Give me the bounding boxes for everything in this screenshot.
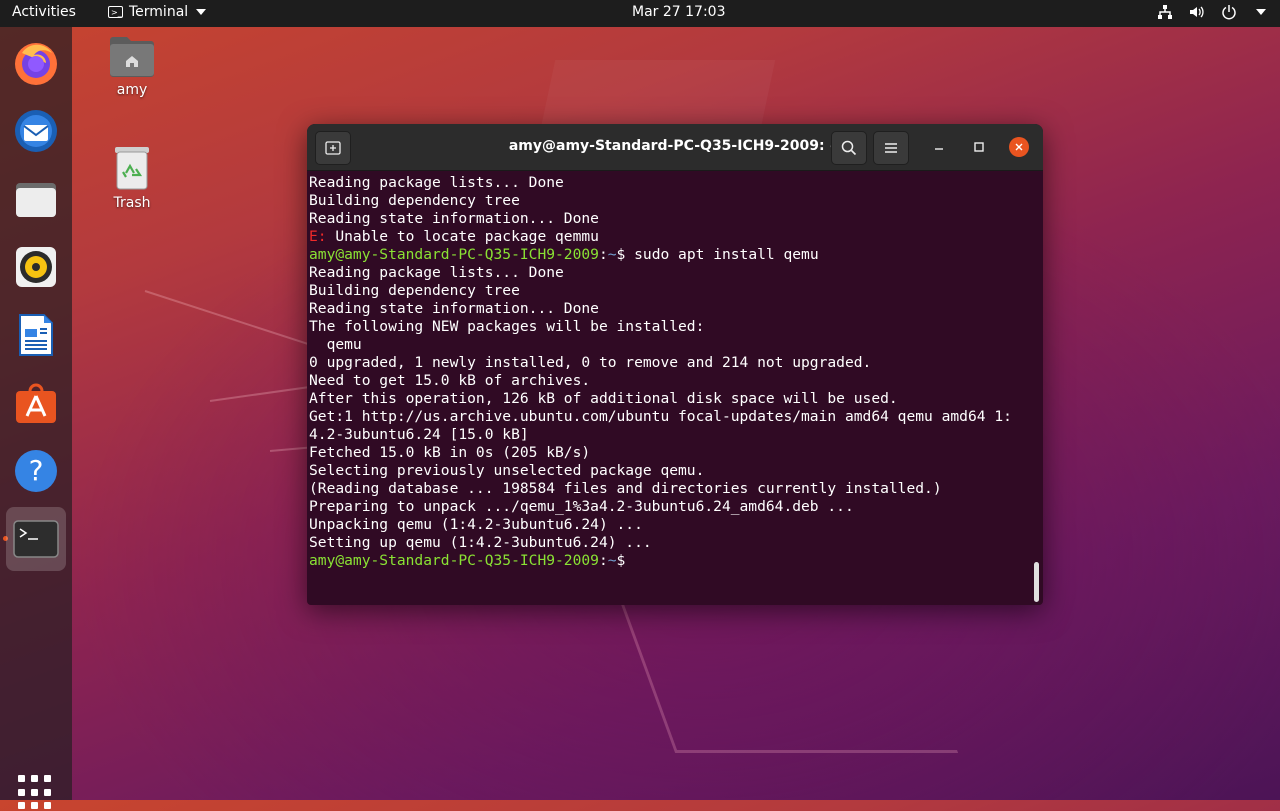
help-icon: ? [15, 450, 57, 492]
terminal-scrollbar[interactable] [1034, 562, 1039, 602]
prompt-path: ~ [607, 552, 617, 569]
terminal-line: (Reading database ... 198584 files and d… [309, 480, 942, 497]
maximize-button[interactable] [963, 131, 995, 163]
close-button[interactable] [1009, 137, 1029, 157]
chevron-down-icon [196, 9, 207, 15]
clock[interactable]: Mar 27 17:03 [632, 4, 725, 20]
activities-button[interactable]: Activities [12, 4, 76, 20]
terminal-line: Selecting previously unselected package … [309, 462, 705, 479]
minimize-button[interactable] [923, 131, 955, 163]
terminal-line: Building dependency tree [309, 282, 520, 299]
svg-text:?: ? [29, 454, 44, 487]
home-folder-icon [110, 37, 154, 77]
dock-item-thunderbird[interactable] [8, 103, 64, 159]
prompt-user-host: amy@amy-Standard-PC-Q35-ICH9-2009 [309, 246, 599, 263]
system-tray[interactable] [1156, 3, 1270, 21]
command-text: $ sudo apt install qemu [616, 246, 819, 263]
app-menu-button[interactable]: >_ Terminal [108, 4, 207, 20]
terminal-line: The following NEW packages will be insta… [309, 318, 705, 335]
prompt-colon: : [598, 246, 608, 263]
terminal-window[interactable]: amy@amy-Standard-PC-Q35-ICH9-2009: ~ Rea… [307, 124, 1043, 605]
terminal-line: qemu [309, 336, 362, 353]
terminal-line: Setting up qemu (1:4.2-3ubuntu6.24) ... [309, 534, 652, 551]
dock-item-ubuntu-software[interactable] [8, 375, 64, 431]
rhythmbox-icon [16, 247, 56, 287]
prompt-colon: : [598, 552, 608, 569]
terminal-line: 0 upgraded, 1 newly installed, 0 to remo… [309, 354, 872, 371]
firefox-icon [15, 43, 57, 85]
app-menu-label: Terminal [129, 4, 189, 20]
dock-item-help[interactable]: ? [8, 443, 64, 499]
search-icon [841, 140, 857, 156]
volume-icon[interactable] [1188, 3, 1206, 21]
dock-item-terminal[interactable] [6, 507, 66, 571]
thunderbird-icon [15, 110, 57, 152]
terminal-line: amy@amy-Standard-PC-Q35-ICH9-2009:~$ sud… [309, 246, 1033, 264]
dock-item-libreoffice-writer[interactable] [8, 307, 64, 363]
terminal-line: E: Unable to locate package qemmu [309, 228, 1033, 246]
menu-button[interactable] [873, 131, 909, 165]
minimize-icon [935, 148, 943, 150]
software-store-icon [16, 383, 56, 423]
prompt-user-host: amy@amy-Standard-PC-Q35-ICH9-2009 [309, 552, 599, 569]
dock-item-files[interactable] [8, 171, 64, 227]
terminal-icon: >_ [108, 6, 123, 18]
chevron-down-icon[interactable] [1252, 3, 1270, 21]
desktop-trash-label: Trash [113, 195, 151, 211]
show-applications-button[interactable] [18, 775, 54, 811]
search-button[interactable] [831, 131, 867, 165]
terminal-icon [13, 520, 59, 558]
network-icon[interactable] [1156, 3, 1174, 21]
terminal-line: Reading state information... Done [309, 300, 599, 317]
terminal-line: Reading package lists... Done [309, 174, 564, 191]
desktop-trash[interactable]: Trash [92, 145, 172, 211]
trash-icon [115, 147, 149, 190]
maximize-icon [974, 142, 984, 152]
terminal-line: Preparing to unpack .../qemu_1%3a4.2-3ub… [309, 498, 854, 515]
prompt-path: ~ [607, 246, 617, 263]
error-prefix: E: [309, 228, 327, 245]
power-icon[interactable] [1220, 3, 1238, 21]
terminal-line: Building dependency tree [309, 192, 520, 209]
terminal-line: Reading state information... Done [309, 210, 599, 227]
desktop-home-label: amy [116, 82, 148, 98]
top-bar: Activities >_ Terminal Mar 27 17:03 [0, 0, 1280, 27]
terminal-line: Fetched 15.0 kB in 0s (205 kB/s) [309, 444, 591, 461]
terminal-line: After this operation, 126 kB of addition… [309, 390, 898, 407]
dock: ? [0, 27, 72, 810]
command-text: $ [616, 552, 635, 569]
hamburger-menu-icon [885, 143, 897, 153]
writer-icon [19, 314, 53, 356]
files-icon [16, 183, 56, 217]
desktop-home-folder[interactable]: amy [92, 34, 172, 98]
terminal-line: Need to get 15.0 kB of archives. [309, 372, 591, 389]
dock-item-rhythmbox[interactable] [8, 239, 64, 295]
terminal-line: Get:1 http://us.archive.ubuntu.com/ubunt… [309, 408, 1012, 425]
terminal-line: Unpacking qemu (1:4.2-3ubuntu6.24) ... [309, 516, 643, 533]
terminal-line: Reading package lists... Done [309, 264, 564, 281]
terminal-titlebar[interactable]: amy@amy-Standard-PC-Q35-ICH9-2009: ~ [307, 124, 1043, 171]
dock-item-firefox[interactable] [8, 35, 64, 91]
terminal-line: 4.2-3ubuntu6.24 [15.0 kB] [309, 426, 529, 443]
error-text: Unable to locate package qemmu [326, 228, 599, 245]
terminal-line: amy@amy-Standard-PC-Q35-ICH9-2009:~$ [309, 552, 1033, 570]
close-icon [1015, 143, 1023, 151]
terminal-output[interactable]: Reading package lists... Done Building de… [309, 174, 1033, 605]
